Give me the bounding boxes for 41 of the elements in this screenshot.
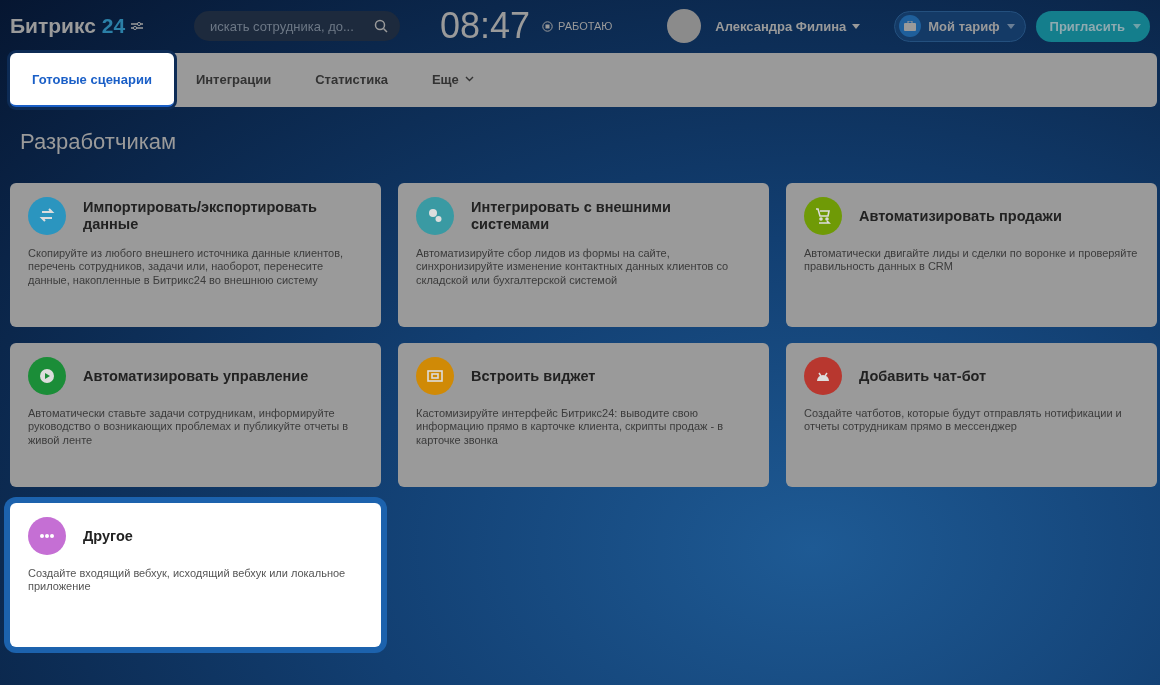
user-avatar[interactable]	[667, 9, 702, 43]
scenario-card[interactable]: Добавить чат-бот Создайте чатботов, которые будут отправлять нотификации и отчеты сотрудникам прямо в мессенджер	[786, 343, 1157, 487]
chevron-down-icon	[464, 76, 474, 82]
clock: 08:47	[440, 5, 531, 47]
stop-icon	[542, 20, 554, 32]
scenario-card[interactable]: Встроить виджет Кастомизируйте интерфейс Битрикс24: выводите свою информацию прямо в карточке клиента, скрипты продаж - в карточке звонка	[398, 343, 769, 487]
tab[interactable]: Еще	[409, 53, 496, 107]
card-title: Автоматизировать управление	[83, 367, 309, 385]
card-description: Скопируйте из любого внешнего источника данные клиентов, перечень сотрудников, задачи или, наоборот, перенесите данные, накопленные в Битрикс24 во внешнюю систему	[28, 247, 345, 288]
card-title: Интегрировать с внешними системами	[471, 199, 672, 233]
scenario-card[interactable]: Автоматизировать продажи Автоматически двигайте лиды и сделки по воронке и проверяйте правильность данных в CRM	[786, 183, 1157, 327]
caret-icon	[1006, 23, 1015, 29]
search-field[interactable]: искать сотрудника, до...	[194, 11, 400, 41]
logo-text: Битрикс 24	[10, 14, 126, 38]
card-title: Другое	[83, 527, 133, 545]
settings-icon[interactable]	[131, 21, 144, 31]
tariff-button[interactable]: Мой тариф	[894, 10, 1026, 42]
scenario-card[interactable]: Интегрировать с внешними системами Автоматизируйте сбор лидов из формы на сайте, синхронизируйте изменение контактных данных клиентов со складской или бухгалтерской системой	[398, 183, 769, 327]
tab[interactable]: Статистика	[293, 53, 410, 107]
card-description: Автоматически двигайте лиды и сделки по воронке и проверяйте правильность данных в CRM	[804, 247, 1139, 274]
card-title: Импортировать/экспортировать данные	[83, 199, 318, 233]
card-description: Создайте входящий вебхук, исходящий вебхук или локальное приложение	[28, 567, 347, 594]
scenario-card[interactable]: Автоматизировать управление Автоматически ставьте задачи сотрудникам, информируйте руководство о возникающих проблемах и публикуйте отчеты в живой ленте	[10, 343, 381, 487]
card-description: Кастомизируйте интерфейс Битрикс24: выводите свою информацию прямо в карточке клиента, скрипты продаж - в карточке звонка	[416, 407, 724, 448]
card-description: Автоматически ставьте задачи сотрудникам, информируйте руководство о возникающих проблемах и публикуйте отчеты в живой ленте	[28, 407, 350, 448]
card-description: Автоматизируйте сбор лидов из формы на сайте, синхронизируйте изменение контактных данных клиентов со складской или бухгалтерской системой	[416, 247, 730, 288]
user-menu[interactable]: Александра Филина	[715, 18, 861, 34]
card-description: Создайте чатботов, которые будут отправлять нотификации и отчеты сотрудникам прямо в мессенджер	[804, 407, 1123, 434]
card-title: Автоматизировать продажи	[859, 207, 1062, 225]
card-title: Добавить чат-бот	[859, 367, 987, 385]
page-title: Разработчикам	[20, 129, 178, 155]
card-title: Встроить виджет	[471, 367, 596, 385]
briefcase-icon	[899, 15, 922, 37]
work-status-button[interactable]: РАБОТАЮ	[542, 20, 613, 32]
logo[interactable]: Битрикс 24	[10, 14, 194, 38]
caret-icon	[1133, 23, 1141, 29]
search-icon[interactable]	[374, 19, 388, 33]
caret-icon	[852, 23, 861, 29]
tab[interactable]: Интеграции	[173, 53, 294, 107]
scenario-card[interactable]: Импортировать/экспортировать данные Скопируйте из любого внешнего источника данные клиентов, перечень сотрудников, задачи или, наоборот, перенесите данные, накопленные в Битрикс24 во внешнюю систему	[10, 183, 381, 327]
tab[interactable]: Готовые сценарии	[10, 53, 174, 107]
